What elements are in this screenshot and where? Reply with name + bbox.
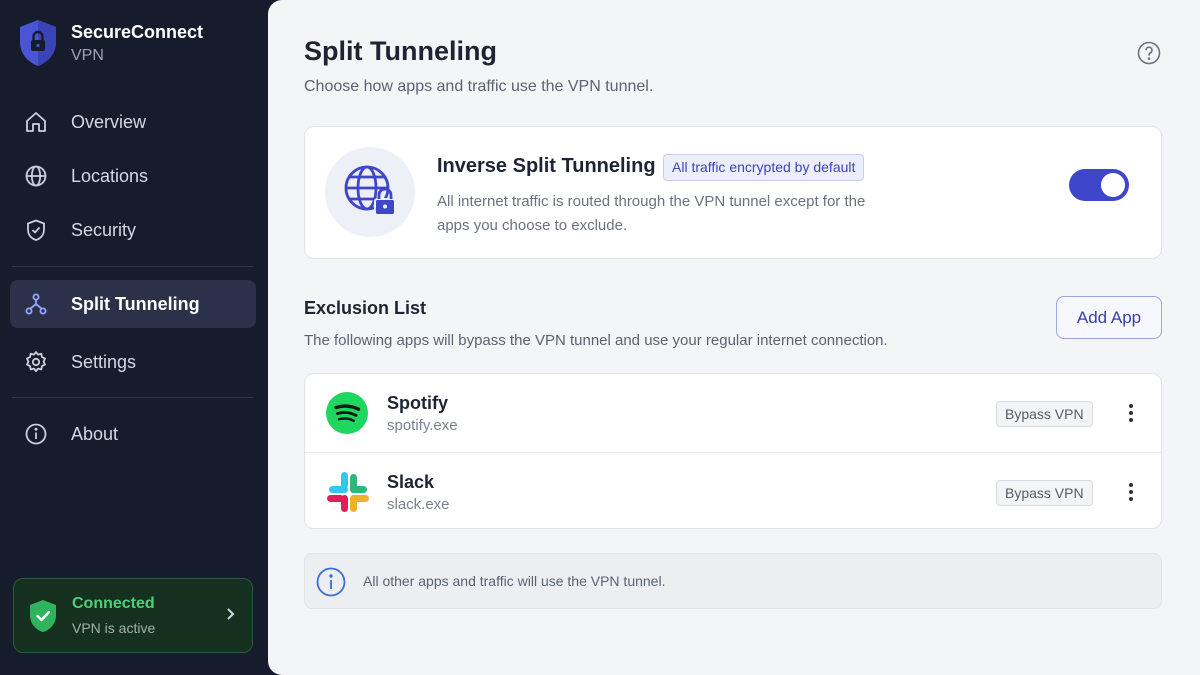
split-tunnel-icon (23, 291, 49, 317)
list-item[interactable]: Spotify spotify.exe Bypass VPN (305, 374, 1161, 452)
sidebar-item-split-tunneling[interactable]: Split Tunneling (10, 280, 256, 328)
sidebar-item-label: Security (71, 219, 137, 240)
sidebar-item-security[interactable]: Security (10, 206, 256, 254)
bypass-badge: Bypass VPN (996, 480, 1093, 506)
gear-icon (23, 349, 49, 375)
add-app-button[interactable]: Add App (1056, 296, 1162, 339)
globe-lock-icon-wrap (325, 147, 415, 237)
toggle-knob (1101, 173, 1125, 197)
sidebar-item-overview[interactable]: Overview (10, 98, 256, 146)
sidebar-divider (12, 266, 253, 267)
sidebar-item-label: Locations (71, 165, 149, 186)
more-options-icon[interactable] (1119, 480, 1143, 504)
exclusion-app-list: Spotify spotify.exe Bypass VPN Slack sla… (304, 373, 1162, 529)
inverse-split-tunneling-toggle[interactable] (1069, 169, 1129, 201)
shield-check-icon (23, 217, 49, 243)
encryption-badge: All traffic encrypted by default (663, 154, 865, 181)
spotify-icon (326, 392, 368, 434)
sidebar-divider (12, 397, 253, 398)
page-title: Split Tunneling (304, 36, 497, 66)
sidebar-item-about[interactable]: About (10, 410, 256, 458)
shield-lock-logo-icon (20, 20, 56, 66)
app-name: Slack (387, 472, 435, 492)
feature-title: Inverse Split Tunneling (437, 155, 656, 177)
list-item[interactable]: Slack slack.exe Bypass VPN (305, 452, 1161, 528)
sidebar-item-label: About (71, 423, 119, 444)
shield-check-icon (30, 599, 56, 632)
home-icon (23, 109, 49, 135)
slack-icon (327, 472, 369, 512)
app-exe: spotify.exe (387, 417, 458, 434)
sidebar-item-label: Settings (71, 351, 137, 372)
brand-name: SecureConnect (71, 22, 204, 42)
sidebar: SecureConnect VPN Overview Locations Sec… (0, 0, 268, 675)
globe-lock-icon (344, 165, 396, 216)
app-name: Spotify (387, 393, 448, 413)
status-subtitle: VPN is active (72, 619, 156, 636)
page-subtitle: Choose how apps and traffic use the VPN … (304, 78, 654, 95)
info-banner: All other apps and traffic will use the … (304, 553, 1162, 609)
brand-subtitle: VPN (71, 47, 104, 64)
exclusion-list-title: Exclusion List (304, 298, 427, 318)
sidebar-item-locations[interactable]: Locations (10, 152, 256, 200)
app-exe: slack.exe (387, 496, 450, 513)
feature-description: All internet traffic is routed through t… (437, 193, 866, 234)
bypass-badge: Bypass VPN (996, 401, 1093, 427)
inverse-split-tunneling-card: Inverse Split Tunneling All traffic encr… (304, 126, 1162, 259)
sidebar-item-label: Overview (71, 111, 147, 132)
sidebar-item-label: Split Tunneling (71, 293, 200, 314)
status-title: Connected (72, 594, 155, 612)
globe-icon (23, 163, 49, 189)
exclusion-list-subtitle: The following apps will bypass the VPN t… (304, 332, 888, 349)
sidebar-item-settings[interactable]: Settings (10, 338, 256, 386)
info-icon (316, 567, 346, 597)
connection-status-card[interactable]: Connected VPN is active (13, 578, 253, 653)
info-icon (23, 421, 49, 447)
info-text: All other apps and traffic will use the … (363, 573, 666, 589)
chevron-right-icon (226, 607, 236, 626)
more-options-icon[interactable] (1119, 401, 1143, 425)
brand: SecureConnect VPN (17, 18, 203, 68)
main-panel: Split Tunneling Choose how apps and traf… (268, 0, 1200, 675)
help-icon[interactable] (1137, 41, 1161, 65)
